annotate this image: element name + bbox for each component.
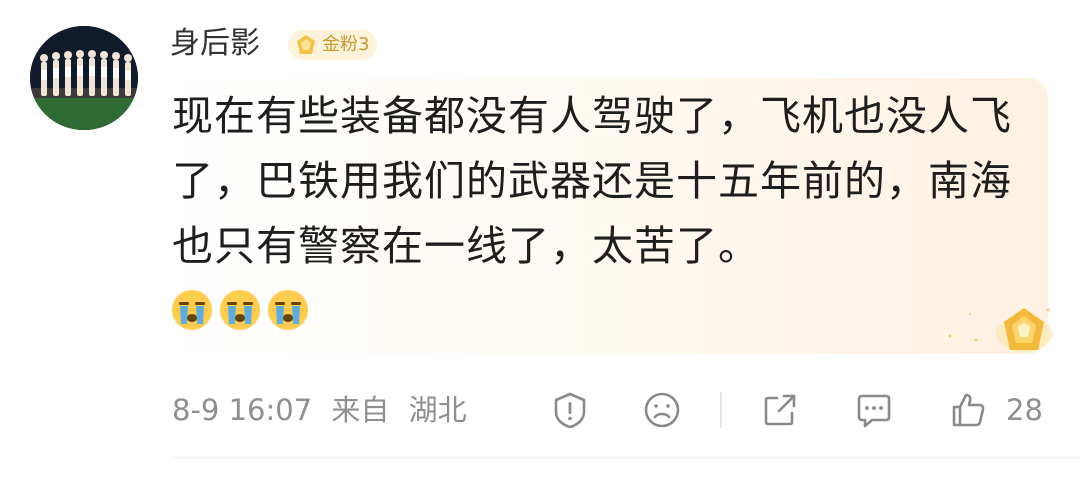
reply-icon xyxy=(857,394,891,428)
avatar[interactable] xyxy=(30,26,138,130)
like-count: 28 xyxy=(1006,393,1043,427)
fan-level-badge[interactable]: 金粉3 xyxy=(288,30,378,60)
dislike-button[interactable] xyxy=(642,390,682,430)
thumbs-up-icon xyxy=(952,393,985,427)
report-button[interactable] xyxy=(550,390,590,430)
share-icon xyxy=(764,394,796,426)
username[interactable]: 身后影 xyxy=(170,24,260,64)
crying-face-icon xyxy=(268,290,308,330)
action-divider xyxy=(720,392,722,428)
diamond-badge-icon xyxy=(297,35,315,54)
action-bar xyxy=(0,388,1080,434)
crying-face-icon xyxy=(220,290,260,330)
separator-line xyxy=(170,457,1080,458)
comment-text[interactable]: 现在有些装备都没有人驾驶了，飞机也没人飞了，巴铁用我们的武器还是十五年前的，南海… xyxy=(172,84,1038,279)
report-icon xyxy=(554,392,586,429)
share-button[interactable] xyxy=(760,390,800,430)
like-button[interactable] xyxy=(948,390,988,430)
gold-fan-diamond-icon xyxy=(948,308,1052,352)
badge-label: 金粉3 xyxy=(322,34,370,55)
emoji-row xyxy=(170,288,310,332)
crying-face-icon xyxy=(172,290,212,330)
dislike-face-icon xyxy=(644,392,680,428)
reply-button[interactable] xyxy=(854,390,894,430)
